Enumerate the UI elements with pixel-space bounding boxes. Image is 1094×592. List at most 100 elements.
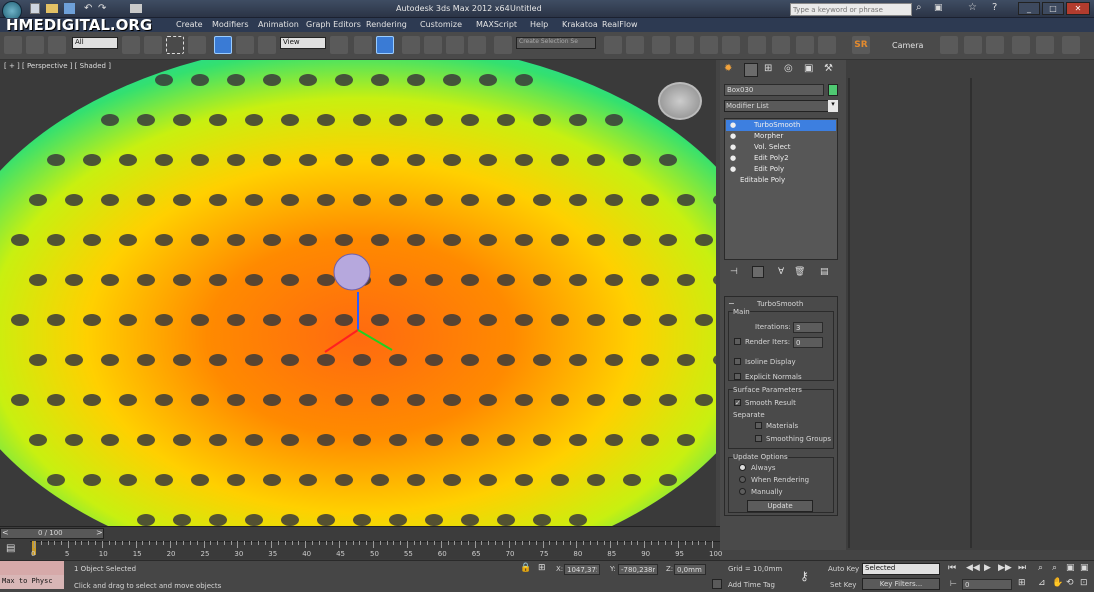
always-radio[interactable]: [739, 464, 746, 471]
menu-item-graph-editors[interactable]: Graph Editors: [306, 20, 361, 29]
manually-radio[interactable]: [739, 488, 746, 495]
motion-tab-icon[interactable]: ◎: [784, 63, 793, 74]
select-link-icon[interactable]: [4, 36, 22, 54]
maximize-button[interactable]: □: [1042, 2, 1064, 15]
render-iters-spinner[interactable]: [793, 337, 823, 348]
mirror-icon[interactable]: [604, 36, 622, 54]
time-slider-prev-icon[interactable]: <: [2, 528, 9, 537]
bind-space-warp-icon[interactable]: [48, 36, 66, 54]
rollout-title[interactable]: TurboSmooth: [757, 300, 803, 308]
reference-coordinate-dropdown[interactable]: View: [280, 37, 326, 49]
menu-item-rendering[interactable]: Rendering: [366, 20, 407, 29]
undo-icon[interactable]: ↶: [84, 3, 92, 14]
current-frame-field[interactable]: [962, 579, 1012, 590]
lock-selection-icon[interactable]: 🔒: [520, 563, 531, 573]
menu-item-customize[interactable]: Customize: [420, 20, 462, 29]
selection-filter-dropdown[interactable]: All: [72, 37, 118, 49]
x-coordinate-field[interactable]: [564, 564, 600, 575]
snaps-toggle-icon[interactable]: [402, 36, 420, 54]
materials-checkbox[interactable]: [755, 422, 762, 429]
favorites-star-icon[interactable]: ☆: [968, 2, 977, 13]
viewport-label[interactable]: [ + ] [ Perspective ] [ Shaded ]: [4, 62, 111, 70]
close-button[interactable]: ✕: [1066, 2, 1090, 15]
add-time-tag[interactable]: Add Time Tag: [728, 581, 775, 589]
plugin-tool-2-icon[interactable]: [964, 36, 982, 54]
dropdown-arrow-icon[interactable]: ▾: [828, 100, 838, 112]
spinner-snap-icon[interactable]: [468, 36, 486, 54]
select-by-name-icon[interactable]: [144, 36, 162, 54]
zoom-extents-icon[interactable]: ▣: [1066, 563, 1075, 573]
lightbulb-icon[interactable]: ●: [730, 121, 736, 129]
iterations-spinner[interactable]: [793, 322, 823, 333]
show-end-result-icon[interactable]: [752, 266, 764, 278]
plugin-tool-4-icon[interactable]: [1012, 36, 1030, 54]
go-to-end-icon[interactable]: ⏭: [1018, 563, 1026, 573]
modifier-stack-item[interactable]: ● Edit Poly: [726, 164, 836, 175]
menu-item-animation[interactable]: Animation: [258, 20, 299, 29]
named-selection-set-dropdown[interactable]: Create Selection Se: [516, 37, 596, 49]
set-key-icon[interactable]: ⚷: [800, 569, 809, 583]
viewcube-icon[interactable]: [658, 82, 702, 120]
rollout-collapse-icon[interactable]: −: [728, 299, 735, 308]
menu-item-help[interactable]: Help: [530, 20, 548, 29]
explicit-normals-checkbox[interactable]: [734, 373, 741, 380]
create-tab-icon[interactable]: ✹: [724, 63, 732, 74]
modify-tab-icon[interactable]: [744, 63, 758, 77]
zoom-icon[interactable]: ⌕: [1038, 563, 1043, 573]
set-key-button[interactable]: Set Key: [830, 581, 856, 589]
render-iters-checkbox[interactable]: [734, 338, 741, 345]
maxscript-listener-pink[interactable]: [0, 561, 64, 575]
layer-manager-icon[interactable]: [652, 36, 670, 54]
select-and-scale-icon[interactable]: [258, 36, 276, 54]
select-and-rotate-icon[interactable]: [236, 36, 254, 54]
unlink-icon[interactable]: [26, 36, 44, 54]
lightbulb-icon[interactable]: ●: [730, 143, 736, 151]
open-file-icon[interactable]: [46, 4, 58, 13]
isoline-display-checkbox[interactable]: [734, 358, 741, 365]
hierarchy-tab-icon[interactable]: ⊞: [764, 63, 772, 74]
zoom-all-icon[interactable]: ⌕: [1052, 563, 1057, 573]
absolute-mode-icon[interactable]: ⊞: [538, 563, 546, 573]
plugin-tool-3-icon[interactable]: [986, 36, 1004, 54]
time-configuration-icon[interactable]: ⊞: [1018, 578, 1026, 588]
key-mode-toggle-icon[interactable]: ⊢: [950, 579, 957, 588]
graphite-ribbon-icon[interactable]: [676, 36, 694, 54]
plugin-tool-1-icon[interactable]: [940, 36, 958, 54]
keyboard-shortcut-toggle-icon[interactable]: [376, 36, 394, 54]
make-unique-icon[interactable]: ∀: [778, 267, 784, 277]
menu-item-modifiers[interactable]: Modifiers: [212, 20, 249, 29]
pin-stack-icon[interactable]: ⊣: [730, 267, 738, 277]
pivot-center-icon[interactable]: [330, 36, 348, 54]
modifier-stack-item[interactable]: ● Vol. Select: [726, 142, 836, 153]
modifier-stack-item[interactable]: ● TurboSmooth: [726, 120, 836, 131]
update-button[interactable]: Update: [747, 500, 813, 512]
menu-item-realflow[interactable]: RealFlow: [602, 20, 638, 29]
add-time-tag-icon[interactable]: [712, 579, 722, 589]
modifier-stack-item[interactable]: ● Morpher: [726, 131, 836, 142]
go-to-start-icon[interactable]: ⏮: [948, 563, 956, 573]
render-setup-icon[interactable]: [772, 36, 790, 54]
menu-item-maxscript[interactable]: MAXScript: [476, 20, 517, 29]
orbit-icon[interactable]: ⟲: [1066, 578, 1074, 588]
help-icon[interactable]: ?: [992, 2, 997, 13]
menu-item-create[interactable]: Create: [176, 20, 203, 29]
display-tab-icon[interactable]: ▣: [804, 63, 813, 74]
lightbulb-icon[interactable]: ●: [730, 132, 736, 140]
plugin-tool-6-icon[interactable]: [1062, 36, 1080, 54]
lightbulb-icon[interactable]: ●: [730, 154, 736, 162]
lightbulb-icon[interactable]: ●: [730, 165, 736, 173]
key-filters-button[interactable]: Key Filters...: [862, 578, 940, 590]
rectangular-selection-icon[interactable]: [166, 36, 184, 54]
plugin-tool-5-icon[interactable]: [1036, 36, 1054, 54]
maximize-viewport-icon[interactable]: ⊡: [1080, 578, 1088, 588]
render-production-icon[interactable]: [818, 36, 836, 54]
remove-modifier-icon[interactable]: 🗑: [794, 267, 805, 277]
new-file-icon[interactable]: [30, 3, 40, 14]
configure-sets-icon[interactable]: ▤: [820, 267, 829, 277]
edit-named-selection-icon[interactable]: [494, 36, 512, 54]
sphere-object[interactable]: [333, 253, 371, 291]
previous-frame-icon[interactable]: ◀◀: [966, 563, 980, 573]
zoom-extents-all-icon[interactable]: ▣: [1080, 563, 1089, 573]
rendered-frame-window-icon[interactable]: [796, 36, 814, 54]
material-editor-icon[interactable]: [748, 36, 766, 54]
